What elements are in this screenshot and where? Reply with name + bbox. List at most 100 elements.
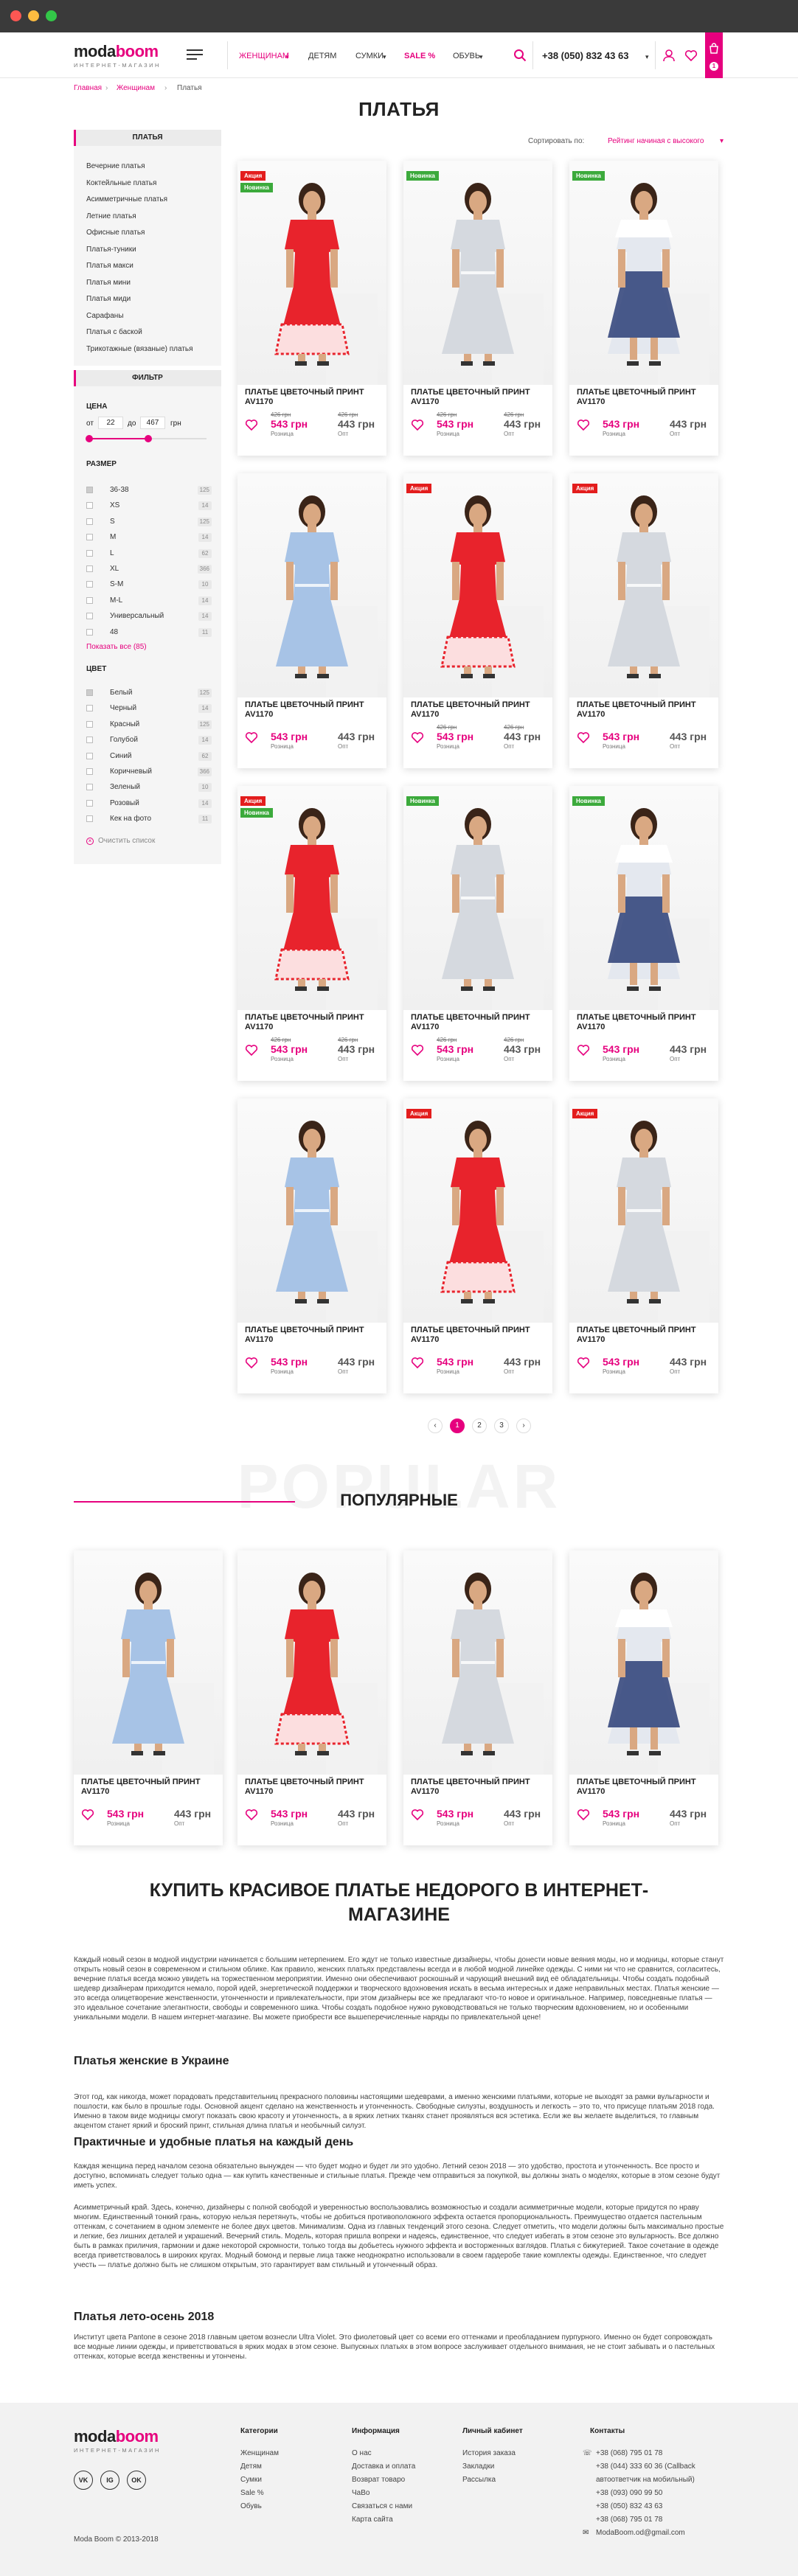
color-option[interactable]: Черный 14 <box>86 704 212 714</box>
wishlist-heart-icon[interactable] <box>577 1043 590 1056</box>
sidebar-category-link[interactable]: Коктейльные платья <box>86 179 156 187</box>
product-card[interactable]: Новинка ПЛАТЬЕ ЦВЕТОЧНЫЙ ПРИНТ AV1170 426 … <box>403 161 552 456</box>
sidebar-category-link[interactable]: Платья с баской <box>86 328 142 336</box>
wishlist-heart-icon[interactable] <box>81 1808 94 1821</box>
product-name[interactable]: ПЛАТЬЕ ЦВЕТОЧНЫЙ ПРИНТ AV1170 <box>411 1013 547 1032</box>
product-name[interactable]: ПЛАТЬЕ ЦВЕТОЧНЫЙ ПРИНТ AV1170 <box>245 388 381 407</box>
product-image[interactable] <box>569 1099 718 1323</box>
product-card[interactable]: Акция Новинка ПЛАТЬЕ ЦВЕТОЧНЫЙ ПРИНТ AV117… <box>237 786 386 1081</box>
wishlist-heart-icon[interactable] <box>577 731 590 744</box>
clear-filter-link[interactable]: Очистить список <box>98 837 155 845</box>
wishlist-heart-icon[interactable] <box>245 1808 258 1821</box>
price-slider-track[interactable] <box>86 435 207 442</box>
size-option[interactable]: 48 11 <box>86 627 212 638</box>
footer-link[interactable]: Закладки <box>462 2462 494 2471</box>
product-card[interactable]: ПЛАТЬЕ ЦВЕТОЧНЫЙ ПРИНТ AV1170 543 грн 443 … <box>569 1550 718 1845</box>
size-option[interactable]: M-L 14 <box>86 596 212 607</box>
contact-phone[interactable]: автоответчик на мобильный) <box>596 2476 695 2484</box>
odnoklassniki-icon[interactable]: OK <box>127 2471 146 2490</box>
sidebar-category-link[interactable]: Платья мини <box>86 279 131 287</box>
checkbox[interactable] <box>86 768 93 775</box>
color-option[interactable]: Кек на фото 11 <box>86 815 212 825</box>
wishlist-heart-icon[interactable] <box>411 1043 424 1056</box>
sidebar-category-link[interactable]: Платья-туники <box>86 246 136 254</box>
product-card[interactable]: ПЛАТЬЕ ЦВЕТОЧНЫЙ ПРИНТ AV1170 543 грн 443 … <box>237 473 386 768</box>
footer-link[interactable]: Женщинам <box>240 2449 279 2457</box>
footer-link[interactable]: Доставка и оплата <box>352 2462 415 2471</box>
footer-link[interactable]: О нас <box>352 2449 372 2457</box>
size-option[interactable]: L 62 <box>86 549 212 560</box>
footer-link[interactable]: Рассылка <box>462 2476 496 2484</box>
product-image[interactable] <box>237 1099 386 1323</box>
sidebar-category-link[interactable]: Трикотажные (вязаные) платья <box>86 345 193 353</box>
instagram-icon[interactable]: IG <box>100 2471 119 2490</box>
show-all-sizes-link[interactable]: Показать все (85) <box>86 643 147 651</box>
footer-link[interactable]: Сумки <box>240 2476 262 2484</box>
product-name[interactable]: ПЛАТЬЕ ЦВЕТОЧНЫЙ ПРИНТ AV1170 <box>577 388 713 407</box>
product-name[interactable]: ПЛАТЬЕ ЦВЕТОЧНЫЙ ПРИНТ AV1170 <box>245 1013 381 1032</box>
footer-link[interactable]: Sale % <box>240 2489 264 2497</box>
product-name[interactable]: ПЛАТЬЕ ЦВЕТОЧНЫЙ ПРИНТ AV1170 <box>577 1326 713 1345</box>
checkbox[interactable] <box>86 628 93 636</box>
footer-link[interactable]: ЧаВо <box>352 2489 369 2497</box>
size-option[interactable]: XS 14 <box>86 501 212 512</box>
color-option[interactable]: Голубой 14 <box>86 736 212 746</box>
product-name[interactable]: ПЛАТЬЕ ЦВЕТОЧНЫЙ ПРИНТ AV1170 <box>81 1778 218 1797</box>
breadcrumb-home[interactable]: Главная <box>74 84 102 92</box>
checkbox[interactable] <box>86 815 93 823</box>
price-from-input[interactable]: 22 <box>98 417 123 429</box>
checkbox[interactable] <box>86 534 93 541</box>
checkbox[interactable] <box>86 581 93 588</box>
sidebar-category-link[interactable]: Летние платья <box>86 212 136 220</box>
color-option[interactable]: Розовый 14 <box>86 798 212 810</box>
size-option[interactable]: Универсальный 14 <box>86 612 212 622</box>
wishlist-heart-icon[interactable] <box>577 1356 590 1369</box>
checkbox[interactable] <box>86 518 93 525</box>
product-image[interactable] <box>403 1550 552 1775</box>
pagination-page-3[interactable]: 3 <box>494 1418 509 1433</box>
sidebar-category-link[interactable]: Офисные платья <box>86 229 145 237</box>
wishlist-heart-icon[interactable] <box>245 731 258 744</box>
wishlist-heart-icon[interactable] <box>245 1043 258 1056</box>
product-image[interactable] <box>569 473 718 697</box>
sort-select[interactable]: Рейтинг начиная с высокого <box>608 137 704 145</box>
product-name[interactable]: ПЛАТЬЕ ЦВЕТОЧНЫЙ ПРИНТ AV1170 <box>411 1778 547 1797</box>
sidebar-category-link[interactable]: Вечерние платья <box>86 162 145 170</box>
product-name[interactable]: ПЛАТЬЕ ЦВЕТОЧНЫЙ ПРИНТ AV1170 <box>411 1326 547 1345</box>
size-option[interactable]: M 14 <box>86 533 212 543</box>
checkbox[interactable] <box>86 596 93 604</box>
nav-bags[interactable]: СУМКИ <box>355 52 384 60</box>
product-card[interactable]: ПЛАТЬЕ ЦВЕТОЧНЫЙ ПРИНТ AV1170 543 грн 443 … <box>74 1550 223 1845</box>
product-card[interactable]: ПЛАТЬЕ ЦВЕТОЧНЫЙ ПРИНТ AV1170 543 грн 443 … <box>237 1099 386 1393</box>
checkbox[interactable] <box>86 752 93 759</box>
product-name[interactable]: ПЛАТЬЕ ЦВЕТОЧНЫЙ ПРИНТ AV1170 <box>577 1013 713 1032</box>
footer-logo[interactable]: modaboom интернет-магазин <box>74 2427 161 2454</box>
nav-sale[interactable]: SALE % <box>404 52 435 60</box>
sidebar-category-link[interactable]: Асимметричные платья <box>86 195 167 203</box>
wishlist-heart-icon[interactable] <box>411 1356 424 1369</box>
product-card[interactable]: Акция ПЛАТЬЕ ЦВЕТОЧНЫЙ ПРИНТ AV1170 543 гр… <box>569 1099 718 1393</box>
product-image[interactable] <box>569 161 718 385</box>
footer-link[interactable]: Связаться с нами <box>352 2502 412 2510</box>
product-image[interactable] <box>74 1550 223 1775</box>
contact-email[interactable]: ModaBoom.od@gmail.com <box>596 2529 685 2537</box>
footer-link[interactable]: Карта сайта <box>352 2516 393 2524</box>
color-option[interactable]: Зеленый 10 <box>86 783 212 793</box>
minimize-window-button[interactable] <box>28 10 39 21</box>
product-name[interactable]: ПЛАТЬЕ ЦВЕТОЧНЫЙ ПРИНТ AV1170 <box>245 1326 381 1345</box>
price-slider-min-handle[interactable] <box>86 435 93 442</box>
product-name[interactable]: ПЛАТЬЕ ЦВЕТОЧНЫЙ ПРИНТ AV1170 <box>577 1778 713 1797</box>
price-to-input[interactable]: 467 <box>140 417 165 429</box>
size-option[interactable]: S-M 10 <box>86 580 212 591</box>
product-name[interactable]: ПЛАТЬЕ ЦВЕТОЧНЫЙ ПРИНТ AV1170 <box>411 388 547 407</box>
product-image[interactable] <box>403 1099 552 1323</box>
product-name[interactable]: ПЛАТЬЕ ЦВЕТОЧНЫЙ ПРИНТ AV1170 <box>411 700 547 720</box>
user-icon[interactable] <box>662 49 676 62</box>
nav-shoes[interactable]: ОБУВЬ <box>453 52 480 60</box>
maximize-window-button[interactable] <box>46 10 57 21</box>
product-card[interactable]: Акция ПЛАТЬЕ ЦВЕТОЧНЫЙ ПРИНТ AV1170 426 гр… <box>403 473 552 768</box>
product-card[interactable]: ПЛАТЬЕ ЦВЕТОЧНЫЙ ПРИНТ AV1170 543 грн 443 … <box>403 1550 552 1845</box>
checkbox[interactable] <box>86 487 93 493</box>
pagination-page-1[interactable]: 1 <box>450 1418 465 1433</box>
checkbox[interactable] <box>86 737 93 744</box>
